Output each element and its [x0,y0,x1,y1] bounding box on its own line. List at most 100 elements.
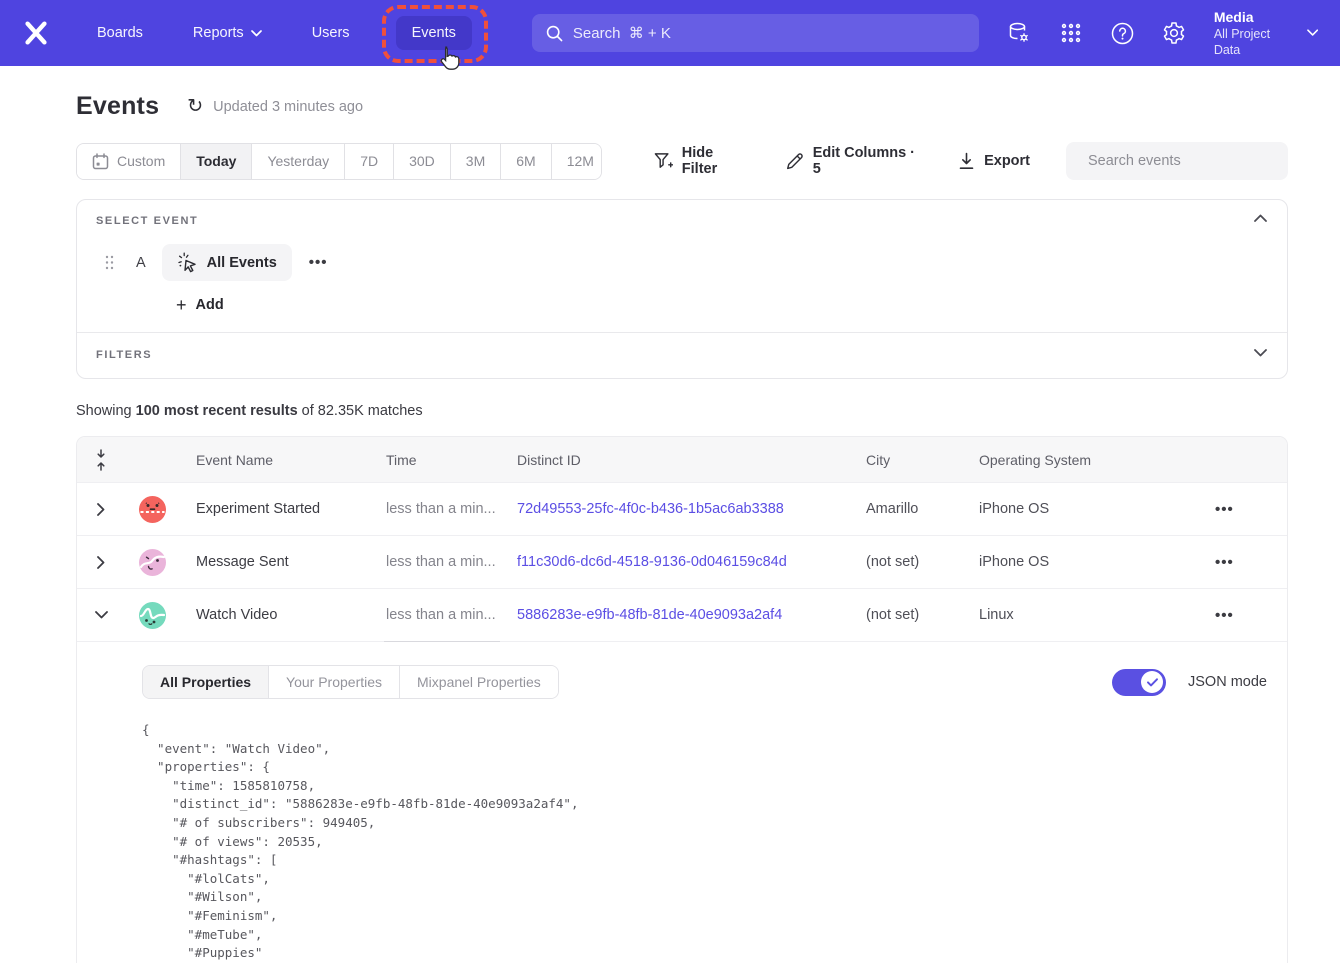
date-3m[interactable]: 3M [451,144,501,179]
table-row: Message Sent less than a min... f11c30d6… [77,535,1287,588]
table-row-expanded: Watch Video less than a min... 5886283e-… [77,588,1287,641]
row-more-button[interactable]: ••• [1189,554,1287,571]
avatar-face-icon [139,549,166,576]
collapse-chevron-up-icon[interactable] [1254,214,1267,222]
event-os: iPhone OS [979,554,1189,570]
divider [384,641,500,642]
global-search[interactable] [532,14,979,52]
plus-icon: + [176,296,187,314]
apps-grid-icon[interactable] [1059,20,1083,46]
avatar-face-icon [139,602,166,629]
project-subtitle: All Project Data [1214,26,1295,59]
results-summary-prefix: Showing [76,403,136,419]
event-json-viewer[interactable]: { "event": "Watch Video", "properties": … [142,721,1267,963]
chevron-right-icon [97,503,105,516]
title-row: Events ↻ Updated 3 minutes ago [76,92,1288,121]
event-city: (not set) [866,554,979,570]
chevron-down-icon [251,30,262,37]
distinct-id-link[interactable]: f11c30d6-dc6d-4518-9136-0d046159c84d [517,554,866,570]
project-switcher[interactable]: Media All Project Data [1214,8,1295,59]
global-search-input[interactable] [573,25,965,42]
controls-row: Custom Today Yesterday 7D 30D 3M 6M 12M … [76,142,1288,180]
tab-your-properties[interactable]: Your Properties [269,666,400,698]
help-icon[interactable] [1110,20,1134,46]
event-query-row: A All Events ••• [105,244,1268,281]
updated-timestamp: Updated 3 minutes ago [213,99,363,115]
row-expand-button[interactable] [77,503,125,516]
primary-nav: Boards Reports Users Events [83,16,472,50]
project-chevron-down-icon[interactable] [1307,29,1318,37]
tab-all-properties[interactable]: All Properties [143,666,269,698]
event-os: iPhone OS [979,501,1189,517]
distinct-id-link[interactable]: 5886283e-e9fb-48fb-81de-40e9093a2af4 [517,607,866,623]
event-name[interactable]: Watch Video [196,607,386,623]
json-mode-toggle[interactable] [1112,669,1166,696]
date-yesterday[interactable]: Yesterday [252,144,345,179]
col-city[interactable]: City [866,452,979,468]
event-time: less than a min... [386,607,517,623]
event-name[interactable]: Message Sent [196,554,386,570]
col-distinct-id[interactable]: Distinct ID [517,452,866,468]
settings-gear-icon[interactable] [1161,20,1185,46]
properties-tabs: All Properties Your Properties Mixpanel … [142,665,559,699]
row-more-button[interactable]: ••• [1189,501,1287,518]
event-detail-panel: All Properties Your Properties Mixpanel … [77,641,1287,963]
check-icon [1147,678,1158,687]
date-12m[interactable]: 12M [552,144,602,179]
nav-reports[interactable]: Reports [179,16,276,50]
avatar [125,602,196,629]
expand-collapse-all-button[interactable] [77,449,125,471]
date-custom[interactable]: Custom [77,144,181,179]
search-events-field[interactable] [1066,142,1288,180]
distinct-id-link[interactable]: 72d49553-25fc-4f0c-b436-1b5ac6ab3388 [517,501,866,517]
event-row-more-button[interactable]: ••• [309,254,328,271]
cursor-hand-icon [437,46,461,72]
tab-mixpanel-properties[interactable]: Mixpanel Properties [400,666,558,698]
events-table: Event Name Time Distinct ID City Operati… [76,436,1288,963]
date-7d[interactable]: 7D [345,144,394,179]
data-management-icon[interactable] [1006,20,1032,46]
expand-chevron-down-icon[interactable] [1254,349,1267,357]
date-30d[interactable]: 30D [394,144,451,179]
event-name[interactable]: Experiment Started [196,501,386,517]
date-custom-label: Custom [117,153,165,169]
nav-boards[interactable]: Boards [83,16,157,50]
hide-filter-button[interactable]: Hide Filter [654,145,750,177]
event-city: (not set) [866,607,979,623]
edit-columns-button[interactable]: Edit Columns · 5 [786,145,923,177]
date-today[interactable]: Today [181,144,252,179]
mixpanel-logo-icon[interactable] [20,16,53,50]
event-time: less than a min... [386,501,517,517]
nav-reports-label: Reports [193,25,244,41]
col-operating-system[interactable]: Operating System [979,452,1189,468]
col-time[interactable]: Time [386,452,517,468]
export-label: Export [984,153,1030,169]
event-selector-button[interactable]: All Events [162,244,292,281]
row-collapse-button[interactable] [77,611,125,619]
table-header-row: Event Name Time Distinct ID City Operati… [77,437,1287,482]
search-events-input[interactable] [1088,153,1275,169]
date-range-selector: Custom Today Yesterday 7D 30D 3M 6M 12M [76,143,602,180]
search-icon [546,25,563,42]
refresh-icon[interactable]: ↻ [187,97,203,116]
row-expand-button[interactable] [77,556,125,569]
event-selector-label: All Events [207,255,277,271]
date-6m[interactable]: 6M [501,144,551,179]
select-event-section: SELECT EVENT A All Events [77,200,1287,314]
nav-events[interactable]: Events [396,16,472,50]
row-more-button[interactable]: ••• [1189,607,1287,624]
export-button[interactable]: Export [958,152,1030,170]
chevron-right-icon [97,556,105,569]
results-summary-count: 100 most recent results [136,403,298,419]
detail-toolbar: All Properties Your Properties Mixpanel … [142,665,1267,699]
add-event-label: Add [196,297,224,313]
col-event-name[interactable]: Event Name [196,452,386,468]
drag-handle-icon[interactable] [105,255,114,270]
top-navbar: Boards Reports Users Events [0,0,1340,66]
filter-funnel-icon [654,152,673,171]
add-event-button[interactable]: + Add [176,296,1268,314]
event-city: Amarillo [866,501,979,517]
nav-users[interactable]: Users [298,16,364,50]
project-name: Media [1214,8,1295,26]
cursor-sparkle-icon [177,252,198,273]
